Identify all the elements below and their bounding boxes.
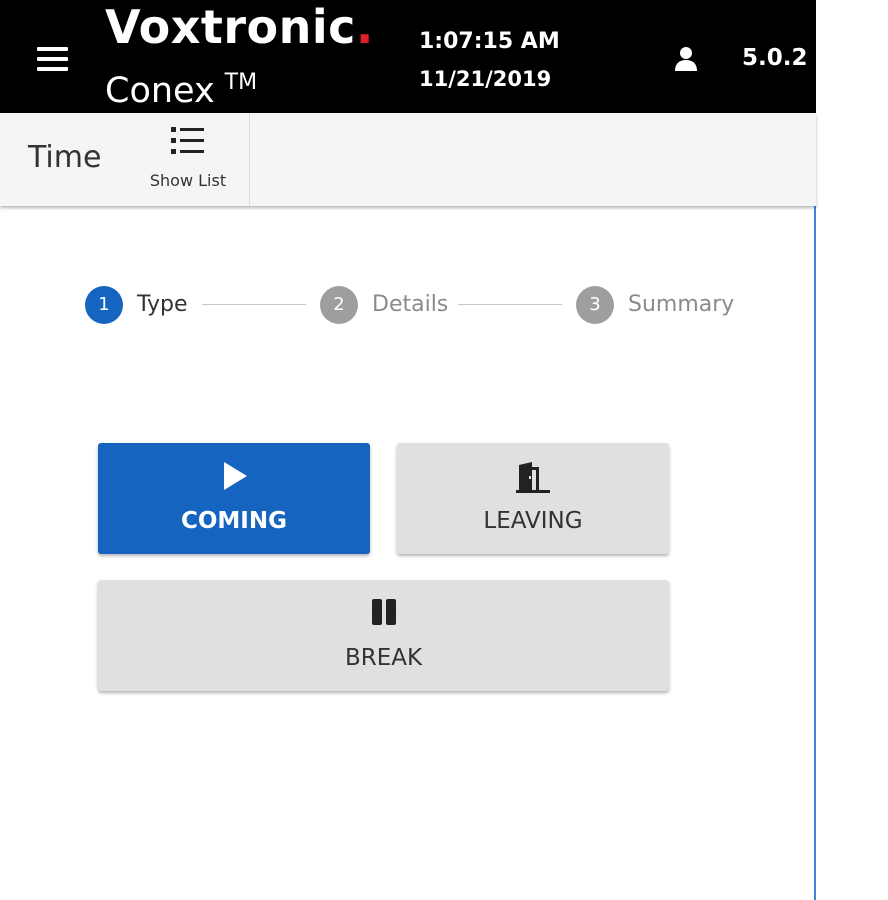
show-list-label: Show List	[149, 171, 227, 190]
step-connector	[458, 304, 562, 305]
step-label: Details	[372, 292, 449, 317]
leaving-button[interactable]: LEAVING	[397, 443, 669, 554]
current-time: 1:07:15 AM	[419, 29, 560, 54]
coming-button[interactable]: COMING	[98, 443, 370, 554]
door-exit-icon	[516, 462, 550, 493]
app-header: Voxtronic. Conex TM 1:07:15 AM 11/21/2019…	[0, 0, 816, 113]
wizard-stepper: 1 Type 2 Details 3 Summary	[0, 285, 816, 325]
step-number: 1	[85, 286, 123, 324]
user-icon[interactable]	[674, 46, 698, 72]
step-label: Summary	[628, 292, 735, 317]
brand-logo: Voxtronic.	[105, 0, 374, 54]
step-label: Type	[137, 292, 188, 317]
hamburger-menu-icon[interactable]	[37, 45, 69, 73]
brand-name: Voxtronic	[105, 0, 356, 54]
page-title: Time	[28, 140, 102, 175]
current-date: 11/21/2019	[419, 67, 552, 91]
list-icon	[171, 127, 204, 154]
show-list-button[interactable]: Show List	[140, 113, 250, 206]
version-label: 5.0.2	[742, 45, 808, 71]
time-app: Voxtronic. Conex TM 1:07:15 AM 11/21/2019…	[0, 0, 816, 900]
break-button[interactable]: BREAK	[98, 580, 669, 691]
brand-dot: .	[355, 0, 374, 54]
play-icon	[224, 462, 247, 490]
step-connector	[202, 304, 306, 305]
trademark-mark: TM	[224, 70, 258, 95]
coming-label: COMING	[180, 508, 287, 534]
step-number: 3	[576, 286, 614, 324]
break-label: BREAK	[344, 645, 423, 671]
pause-icon	[371, 599, 396, 625]
leaving-label: LEAVING	[483, 508, 583, 534]
product-name: Conex TM	[105, 60, 257, 114]
step-number: 2	[320, 286, 358, 324]
product-label: Conex	[105, 71, 215, 111]
page-toolbar: Time Show List	[0, 113, 816, 206]
